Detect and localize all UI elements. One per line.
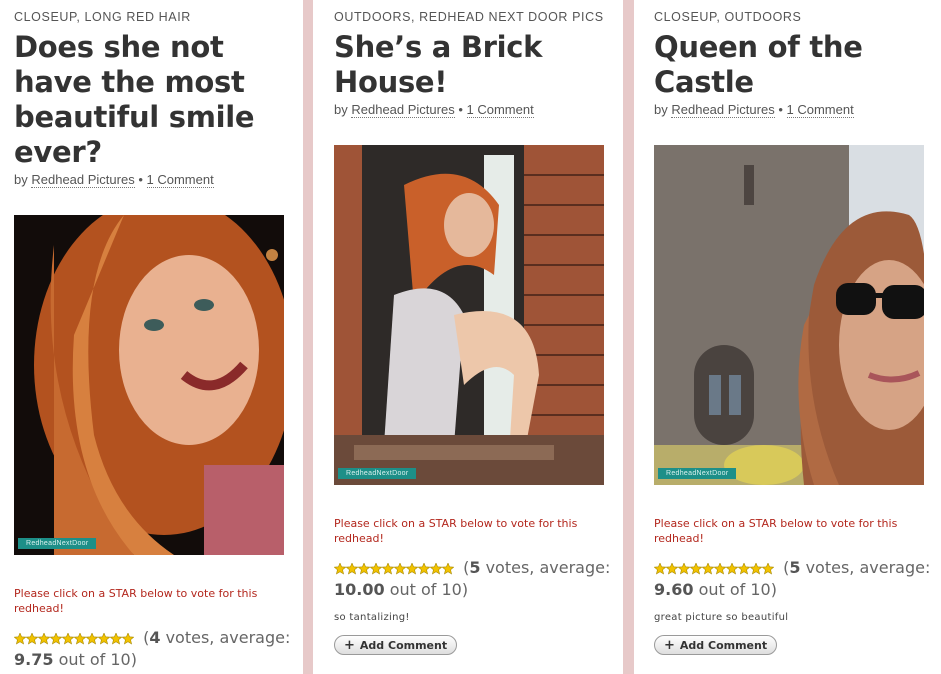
post-byline: by Redhead Pictures • 1 Comment [14, 172, 214, 188]
post-byline: by Redhead Pictures • 1 Comment [334, 102, 534, 118]
votes-label: votes, average: [805, 558, 931, 577]
comments-link[interactable]: 1 Comment [786, 102, 854, 118]
post-card-1: CLOSEUP, LONG RED HAIR Does she not have… [0, 0, 303, 674]
add-comment-button[interactable]: + Add Comment [334, 635, 458, 655]
star-icon[interactable] [97, 632, 111, 644]
rating-widget: (5 votes, average: 10.00 out of 10) [334, 557, 610, 601]
star-icon[interactable] [61, 632, 75, 644]
byline-by: by [14, 172, 28, 187]
rating-average: 10.00 [334, 580, 385, 599]
rating-out-of: out of 10) [698, 580, 777, 599]
rating-widget: (4 votes, average: 9.75 out of 10) [14, 627, 290, 671]
star-icon[interactable] [73, 632, 87, 644]
vote-prompt: Please click on a STAR below to vote for… [334, 517, 578, 545]
photo-castle [654, 145, 924, 485]
star-icon[interactable] [665, 562, 679, 574]
post-categories[interactable]: OUTDOORS, REDHEAD NEXT DOOR PICS [334, 10, 604, 24]
author-link[interactable]: Redhead Pictures [31, 172, 135, 188]
star-icon[interactable] [121, 632, 134, 644]
author-link[interactable]: Redhead Pictures [351, 102, 455, 118]
star-rating[interactable] [334, 562, 454, 575]
post-title[interactable]: Queen of the Castle [654, 30, 934, 100]
star-icon[interactable] [713, 562, 727, 574]
comments-link[interactable]: 1 Comment [466, 102, 534, 118]
star-icon[interactable] [37, 632, 51, 644]
star-icon[interactable] [441, 562, 454, 574]
star-icon[interactable] [429, 562, 443, 574]
star-icon[interactable] [654, 562, 667, 574]
star-icon[interactable] [334, 562, 347, 574]
post-card-3: CLOSEUP, OUTDOORS Queen of the Castle by… [634, 0, 941, 674]
star-icon[interactable] [701, 562, 715, 574]
star-icon[interactable] [689, 562, 703, 574]
photo-brick-house [334, 145, 604, 485]
star-icon[interactable] [357, 562, 371, 574]
rating-average: 9.75 [14, 650, 54, 669]
post-byline: by Redhead Pictures • 1 Comment [654, 102, 854, 118]
star-icon[interactable] [49, 632, 63, 644]
comments-link[interactable]: 1 Comment [146, 172, 214, 188]
photo-watermark: RedheadNextDoor [18, 538, 97, 549]
byline-separator: • [138, 172, 143, 187]
photo-watermark: RedheadNextDoor [338, 468, 417, 479]
vote-prompt: Please click on a STAR below to vote for… [14, 587, 258, 615]
star-icon[interactable] [85, 632, 99, 644]
star-icon[interactable] [677, 562, 691, 574]
post-photo[interactable]: RedheadNextDoor [14, 215, 284, 555]
star-icon[interactable] [25, 632, 39, 644]
star-icon[interactable] [749, 562, 763, 574]
star-rating[interactable] [14, 632, 134, 645]
star-icon[interactable] [381, 562, 395, 574]
author-link[interactable]: Redhead Pictures [671, 102, 775, 118]
vote-count: 5 [789, 558, 801, 577]
rating-out-of: out of 10) [58, 650, 137, 669]
photo-watermark: RedheadNextDoor [658, 468, 737, 479]
vote-count: 4 [149, 628, 161, 647]
stars-svg[interactable] [654, 562, 774, 575]
star-icon[interactable] [725, 562, 739, 574]
add-comment-label: Add Comment [359, 638, 448, 652]
star-icon[interactable] [109, 632, 123, 644]
stars-svg[interactable] [14, 632, 134, 645]
star-icon[interactable] [14, 632, 27, 644]
byline-separator: • [458, 102, 463, 117]
post-title[interactable]: She’s a Brick House! [334, 30, 614, 100]
photo-redhead-smile [14, 215, 284, 555]
star-icon[interactable] [417, 562, 431, 574]
votes-label: votes, average: [485, 558, 611, 577]
comment-text: great picture so beautiful [654, 612, 789, 623]
post-photo[interactable]: RedheadNextDoor [334, 145, 604, 485]
star-icon[interactable] [393, 562, 407, 574]
post-title[interactable]: Does she not have the most beautiful smi… [14, 30, 284, 170]
star-icon[interactable] [405, 562, 419, 574]
post-categories[interactable]: CLOSEUP, OUTDOORS [654, 10, 802, 24]
post-photo[interactable]: RedheadNextDoor [654, 145, 924, 485]
byline-separator: • [778, 102, 783, 117]
stars-svg[interactable] [334, 562, 454, 575]
votes-label: votes, average: [165, 628, 291, 647]
post-card-2: OUTDOORS, REDHEAD NEXT DOOR PICS She’s a… [313, 0, 623, 674]
add-comment-button[interactable]: + Add Comment [654, 635, 778, 655]
plus-icon: + [344, 637, 355, 653]
star-icon[interactable] [345, 562, 359, 574]
comment-text: so tantalizing! [334, 612, 410, 623]
plus-icon: + [664, 637, 675, 653]
star-rating[interactable] [654, 562, 774, 575]
rating-out-of: out of 10) [389, 580, 469, 599]
star-icon[interactable] [761, 562, 774, 574]
byline-by: by [654, 102, 668, 117]
rating-widget: (5 votes, average: 9.60 out of 10) [654, 557, 930, 601]
vote-count: 5 [469, 558, 481, 577]
star-icon[interactable] [737, 562, 751, 574]
byline-by: by [334, 102, 348, 117]
post-categories[interactable]: CLOSEUP, LONG RED HAIR [14, 10, 191, 24]
rating-average: 9.60 [654, 580, 694, 599]
vote-prompt: Please click on a STAR below to vote for… [654, 517, 898, 545]
star-icon[interactable] [369, 562, 383, 574]
add-comment-label: Add Comment [679, 638, 768, 652]
